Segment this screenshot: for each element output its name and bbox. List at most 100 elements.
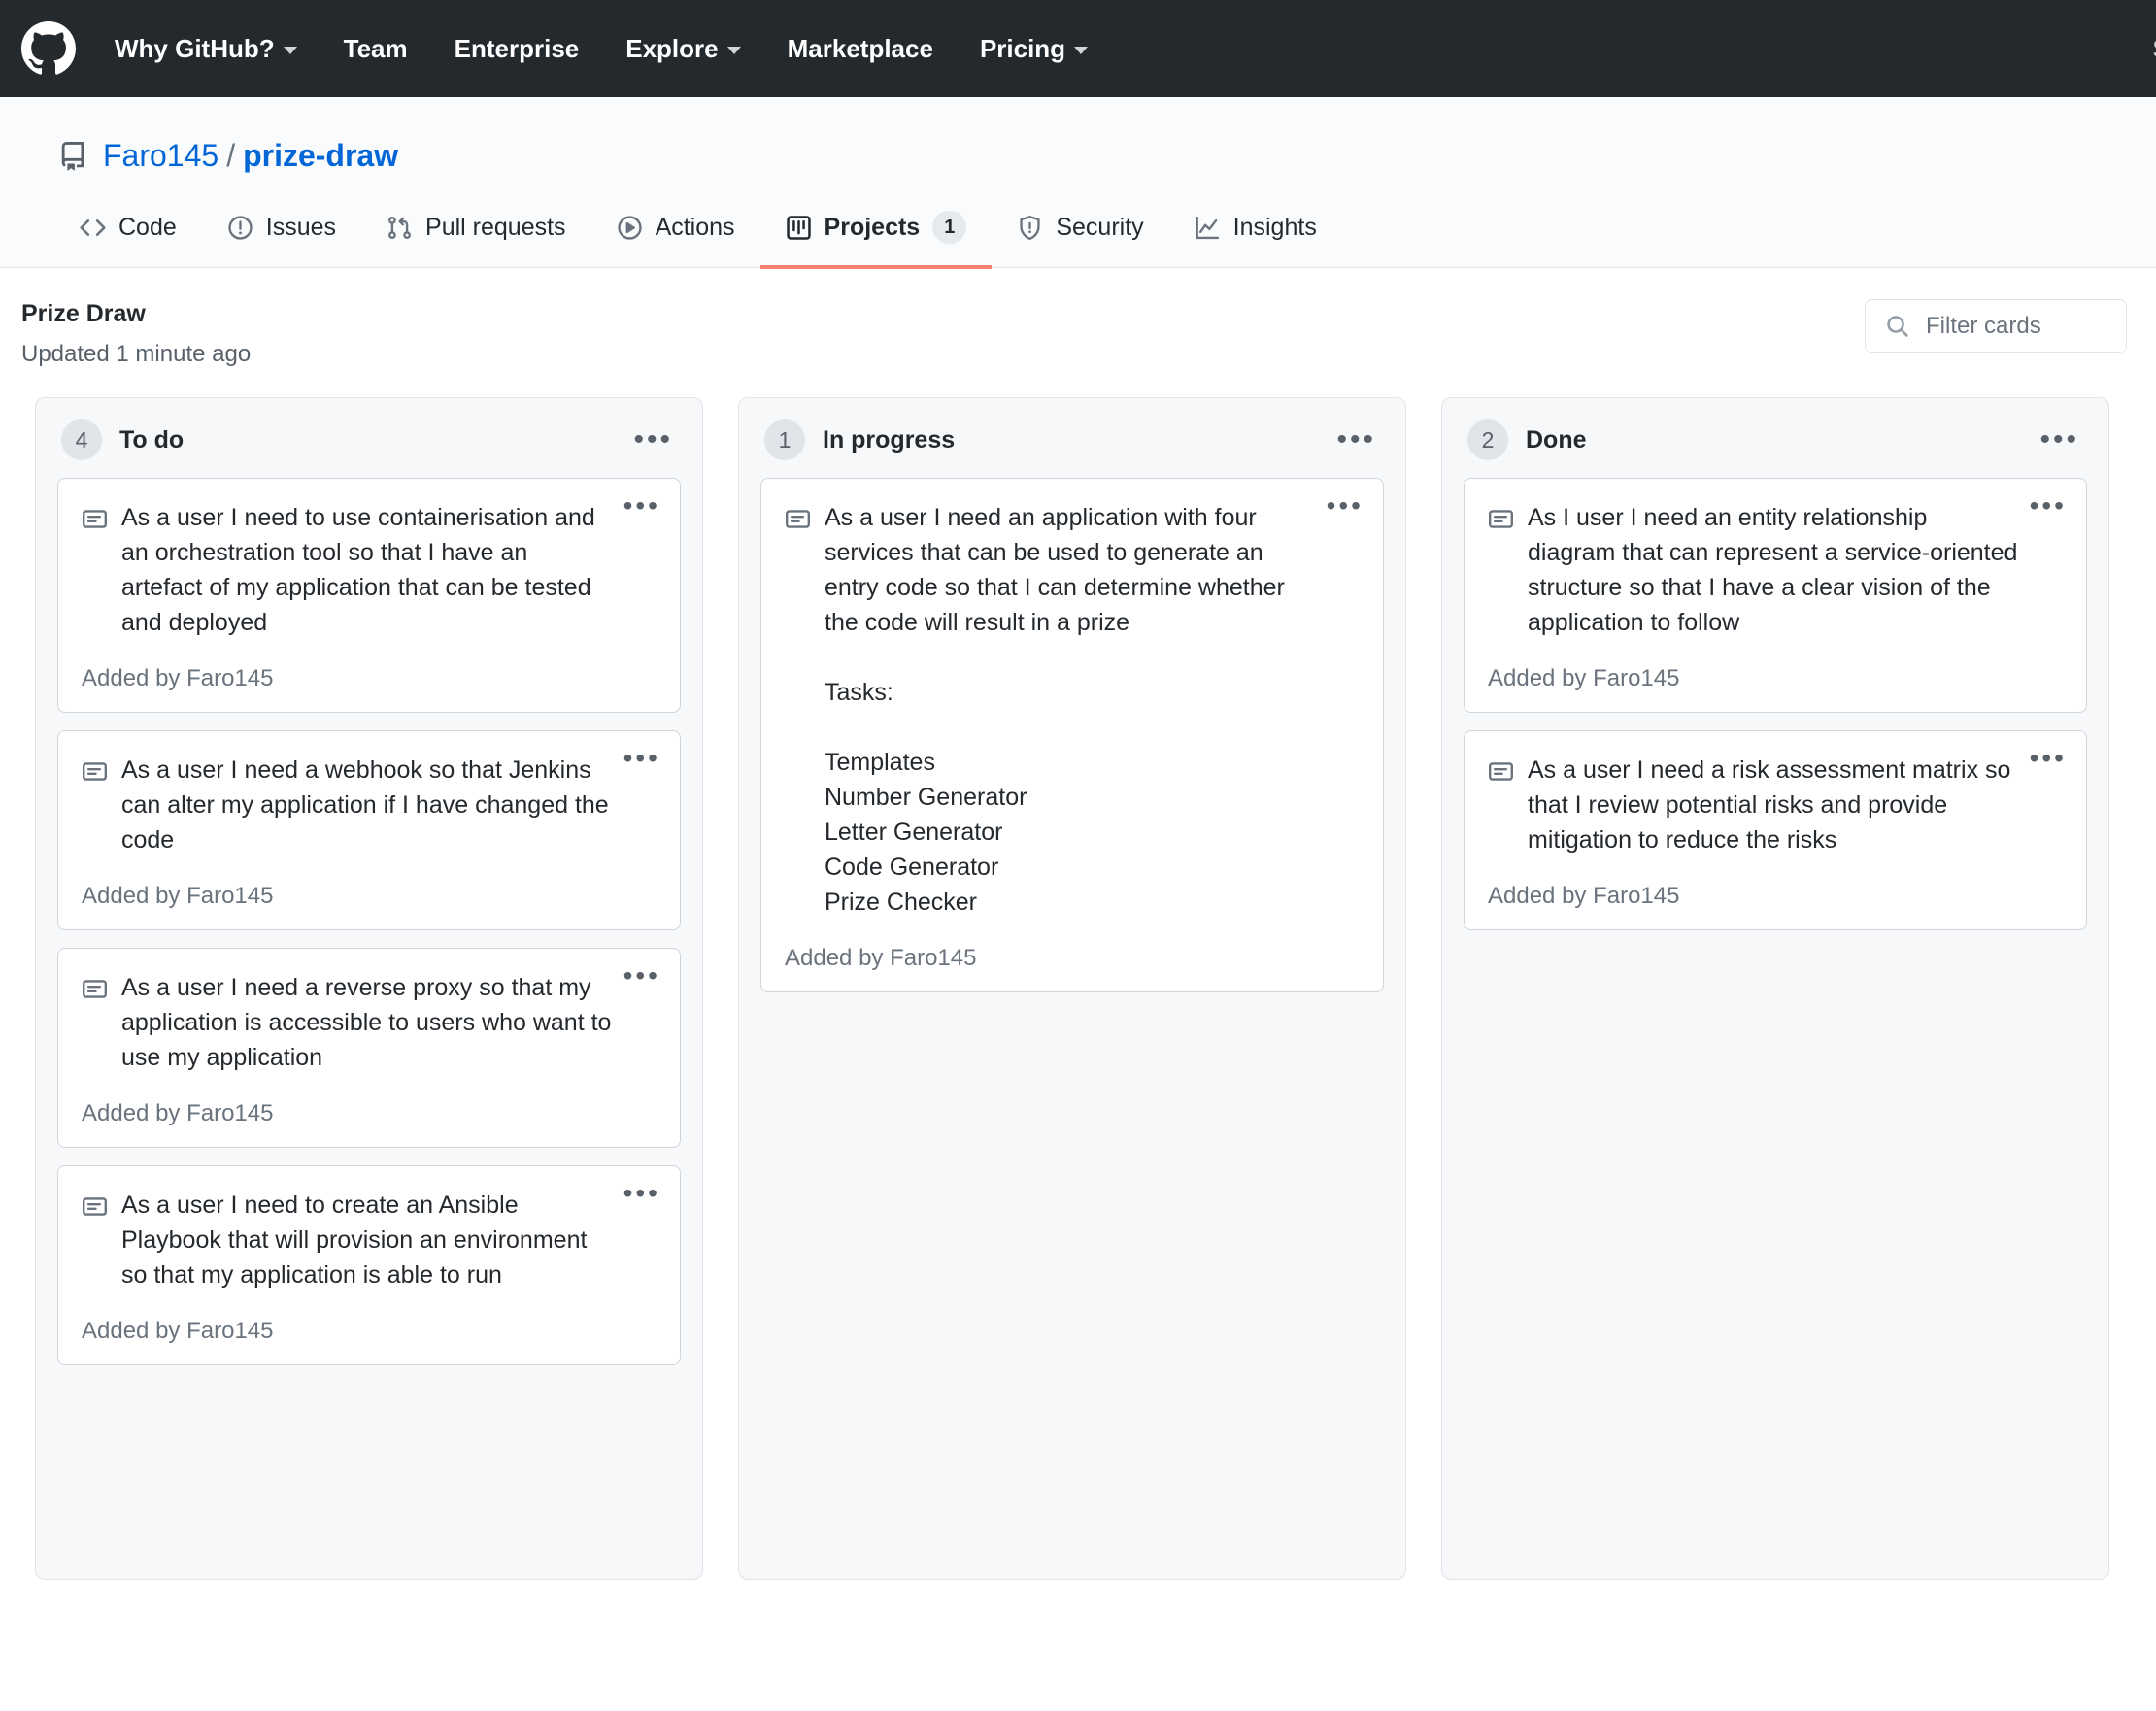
card-added-by: Added by Faro145: [82, 1318, 274, 1344]
chevron-down-icon: [726, 46, 741, 54]
global-nav-item-why-github[interactable]: Why GitHub?: [115, 34, 320, 64]
tab-label: Insights: [1232, 213, 1317, 241]
tab-actions[interactable]: Actions: [591, 211, 760, 269]
project-card[interactable]: As a user I need to use containerisation…: [57, 478, 681, 713]
card-body: As a user I need a risk assessment matri…: [1488, 753, 2063, 857]
global-nav-item-explore[interactable]: Explore: [602, 34, 763, 64]
card-menu-button[interactable]: •••: [623, 745, 660, 772]
chevron-down-icon: [1074, 46, 1089, 54]
card-added-by: Added by Faro145: [1488, 883, 1680, 909]
card-added-by: Added by Faro145: [1488, 665, 1680, 691]
board-column-to-do: 4 To do ••• As a user I need to use cont…: [35, 397, 703, 1580]
column-menu-button[interactable]: •••: [1332, 425, 1380, 454]
repo-name-link[interactable]: prize-draw: [243, 138, 398, 174]
card-note-text: As a user I need a reverse proxy so that…: [121, 974, 619, 1071]
project-board-icon: [786, 215, 812, 241]
card-menu-button[interactable]: •••: [623, 962, 660, 990]
tab-label: Actions: [655, 213, 735, 241]
global-nav-item-enterprise[interactable]: Enterprise: [431, 34, 603, 64]
note-icon: [785, 506, 811, 532]
global-nav-item-team[interactable]: Team: [320, 34, 431, 64]
global-nav-item-marketplace[interactable]: Marketplace: [764, 34, 957, 64]
card-added-by: Added by Faro145: [82, 1100, 274, 1126]
repository-header: Faro145 / prize-draw Code Issues Pull re…: [0, 97, 2156, 269]
github-logo-icon[interactable]: [21, 21, 76, 76]
tab-label: Projects: [824, 213, 921, 241]
repo-icon: [58, 141, 87, 171]
column-menu-button[interactable]: •••: [2036, 425, 2083, 454]
card-body: As a user I need to use containerisation…: [82, 500, 657, 640]
tab-security[interactable]: Security: [992, 211, 1168, 269]
project-card[interactable]: As a user I need an application with fou…: [760, 478, 1384, 992]
note-icon: [82, 976, 108, 1002]
card-body: As a user I need an application with fou…: [785, 500, 1360, 920]
tab-issues[interactable]: Issues: [202, 211, 361, 269]
card-note-text: As I user I need an entity relationship …: [1528, 504, 2025, 636]
tab-pull-requests[interactable]: Pull requests: [361, 211, 591, 269]
play-icon: [617, 215, 643, 241]
column-header: 1 In progress •••: [739, 398, 1405, 478]
repo-owner-link[interactable]: Faro145: [103, 138, 219, 174]
search-icon: [1885, 314, 1910, 339]
filter-cards-input[interactable]: [1926, 313, 2106, 340]
global-nav-items: Why GitHub? Team Enterprise Explore Mark…: [115, 34, 1111, 64]
card-menu-button[interactable]: •••: [623, 492, 660, 520]
project-meta: Prize Draw Updated 1 minute ago: [21, 297, 251, 368]
projects-count-badge: 1: [932, 211, 967, 244]
issue-opened-icon: [227, 215, 253, 241]
page-title: Prize Draw: [21, 300, 146, 327]
card-note-text: As a user I need to create an Ansible Pl…: [121, 1191, 594, 1289]
project-card[interactable]: As a user I need a reverse proxy so that…: [57, 948, 681, 1148]
project-updated-timestamp: Updated 1 minute ago: [21, 341, 252, 367]
board-column-in-progress: 1 In progress ••• As a user I need an ap…: [738, 397, 1406, 1580]
card-added-by: Added by Faro145: [82, 665, 274, 691]
project-card[interactable]: As a user I need a risk assessment matri…: [1464, 730, 2087, 930]
global-nav-label: Why GitHub?: [115, 33, 275, 63]
column-menu-button[interactable]: •••: [629, 425, 677, 454]
card-added-by: Added by Faro145: [785, 945, 977, 971]
global-nav-label: Explore: [625, 33, 719, 63]
note-icon: [1488, 758, 1514, 785]
project-card[interactable]: As a user I need a webhook so that Jenki…: [57, 730, 681, 930]
card-menu-button[interactable]: •••: [2030, 745, 2067, 772]
column-header: 2 Done •••: [1442, 398, 2108, 478]
column-card-count: 1: [764, 419, 805, 460]
column-header: 4 To do •••: [36, 398, 702, 478]
card-menu-button[interactable]: •••: [1327, 492, 1364, 520]
column-title: To do: [119, 425, 185, 453]
board-column-done: 2 Done ••• As I user I need an entity re…: [1441, 397, 2109, 1580]
column-title: Done: [1526, 425, 1587, 453]
code-icon: [80, 215, 106, 241]
project-card[interactable]: As I user I need an entity relationship …: [1464, 478, 2087, 713]
chevron-down-icon: [283, 46, 297, 54]
card-note-text: As a user I need a webhook so that Jenki…: [121, 756, 616, 854]
project-board: 4 To do ••• As a user I need to use cont…: [0, 368, 2156, 1580]
git-pull-request-icon: [387, 215, 413, 241]
filter-cards-box[interactable]: [1865, 299, 2127, 353]
column-cards: As a user I need to use containerisation…: [36, 478, 702, 1387]
card-added-by: Added by Faro145: [82, 883, 274, 909]
card-menu-button[interactable]: •••: [623, 1180, 660, 1207]
tab-code[interactable]: Code: [54, 211, 202, 269]
project-card[interactable]: As a user I need to create an Ansible Pl…: [57, 1165, 681, 1365]
card-body: As a user I need a webhook so that Jenki…: [82, 753, 657, 857]
global-nav-label: Team: [343, 33, 408, 63]
global-nav-label: Pricing: [979, 33, 1066, 63]
graph-icon: [1195, 215, 1221, 241]
tab-label: Security: [1056, 213, 1144, 241]
column-cards: As I user I need an entity relationship …: [1442, 478, 2108, 952]
card-menu-button[interactable]: •••: [2030, 492, 2067, 520]
global-nav-label: Enterprise: [454, 33, 580, 63]
tab-label: Code: [118, 213, 177, 241]
card-body: As I user I need an entity relationship …: [1488, 500, 2063, 640]
card-body: As a user I need a reverse proxy so that…: [82, 970, 657, 1075]
note-icon: [82, 1193, 108, 1220]
global-search-truncated[interactable]: Se: [2152, 0, 2156, 97]
note-icon: [82, 506, 108, 532]
tab-insights[interactable]: Insights: [1169, 211, 1342, 269]
note-icon: [82, 758, 108, 785]
global-nav-item-pricing[interactable]: Pricing: [957, 34, 1111, 64]
card-note-text: As a user I need to use containerisation…: [121, 504, 602, 636]
tab-projects[interactable]: Projects 1: [759, 211, 993, 269]
global-nav-label: Marketplace: [787, 33, 933, 63]
